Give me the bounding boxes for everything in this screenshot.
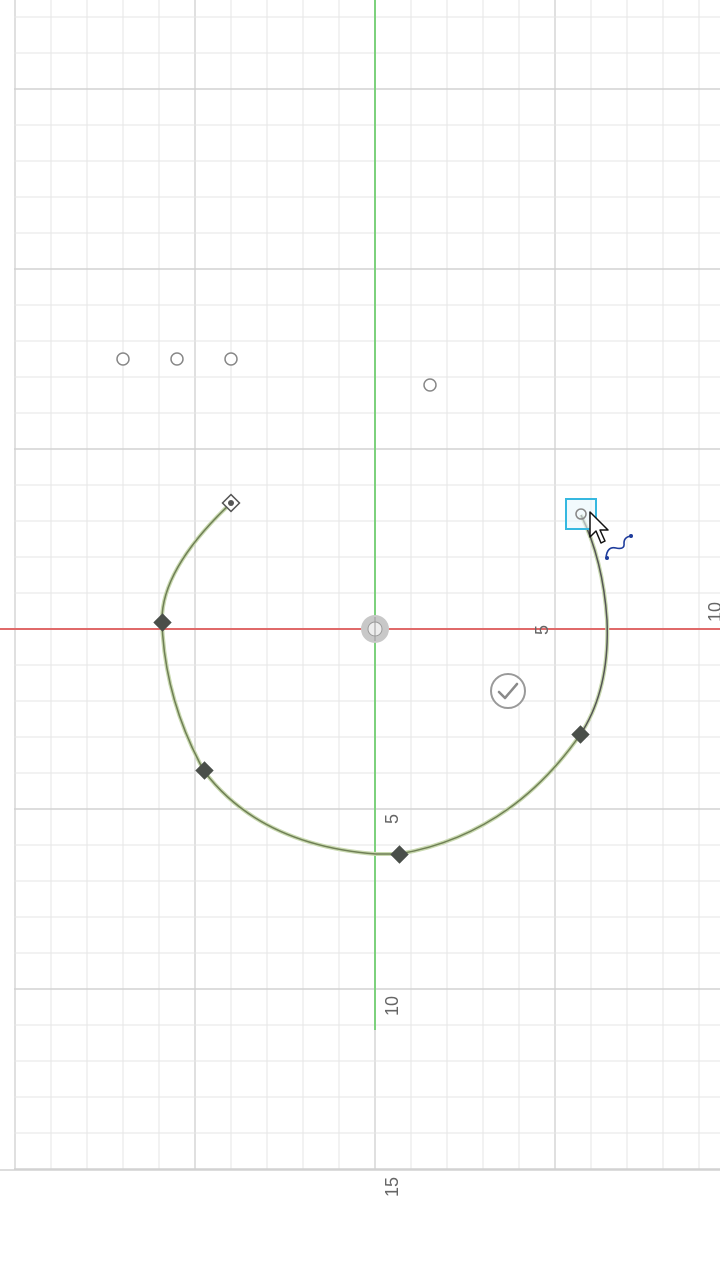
origin-icon[interactable] <box>361 615 389 643</box>
y-axis-label-15: 15 <box>382 1177 402 1197</box>
sketch-canvas[interactable]: 5 10 5 10 15 <box>0 0 720 1280</box>
sketch-point[interactable] <box>423 378 437 392</box>
y-axis-label-5: 5 <box>382 814 402 824</box>
sketch-point[interactable] <box>116 352 130 366</box>
spline-cursor-icon <box>605 534 633 560</box>
spline-fit-point[interactable] <box>390 845 409 864</box>
x-axis-label-5: 5 <box>532 625 552 635</box>
sketch-point[interactable] <box>170 352 184 366</box>
sketch-grid <box>0 0 720 1171</box>
y-axis-label-10: 10 <box>382 996 402 1016</box>
spline-curve[interactable] <box>159 501 610 856</box>
spline-preview-segment <box>579 514 609 736</box>
sketch-point[interactable] <box>224 352 238 366</box>
check-icon[interactable] <box>490 673 526 709</box>
x-axis-label-10: 10 <box>705 602 720 622</box>
